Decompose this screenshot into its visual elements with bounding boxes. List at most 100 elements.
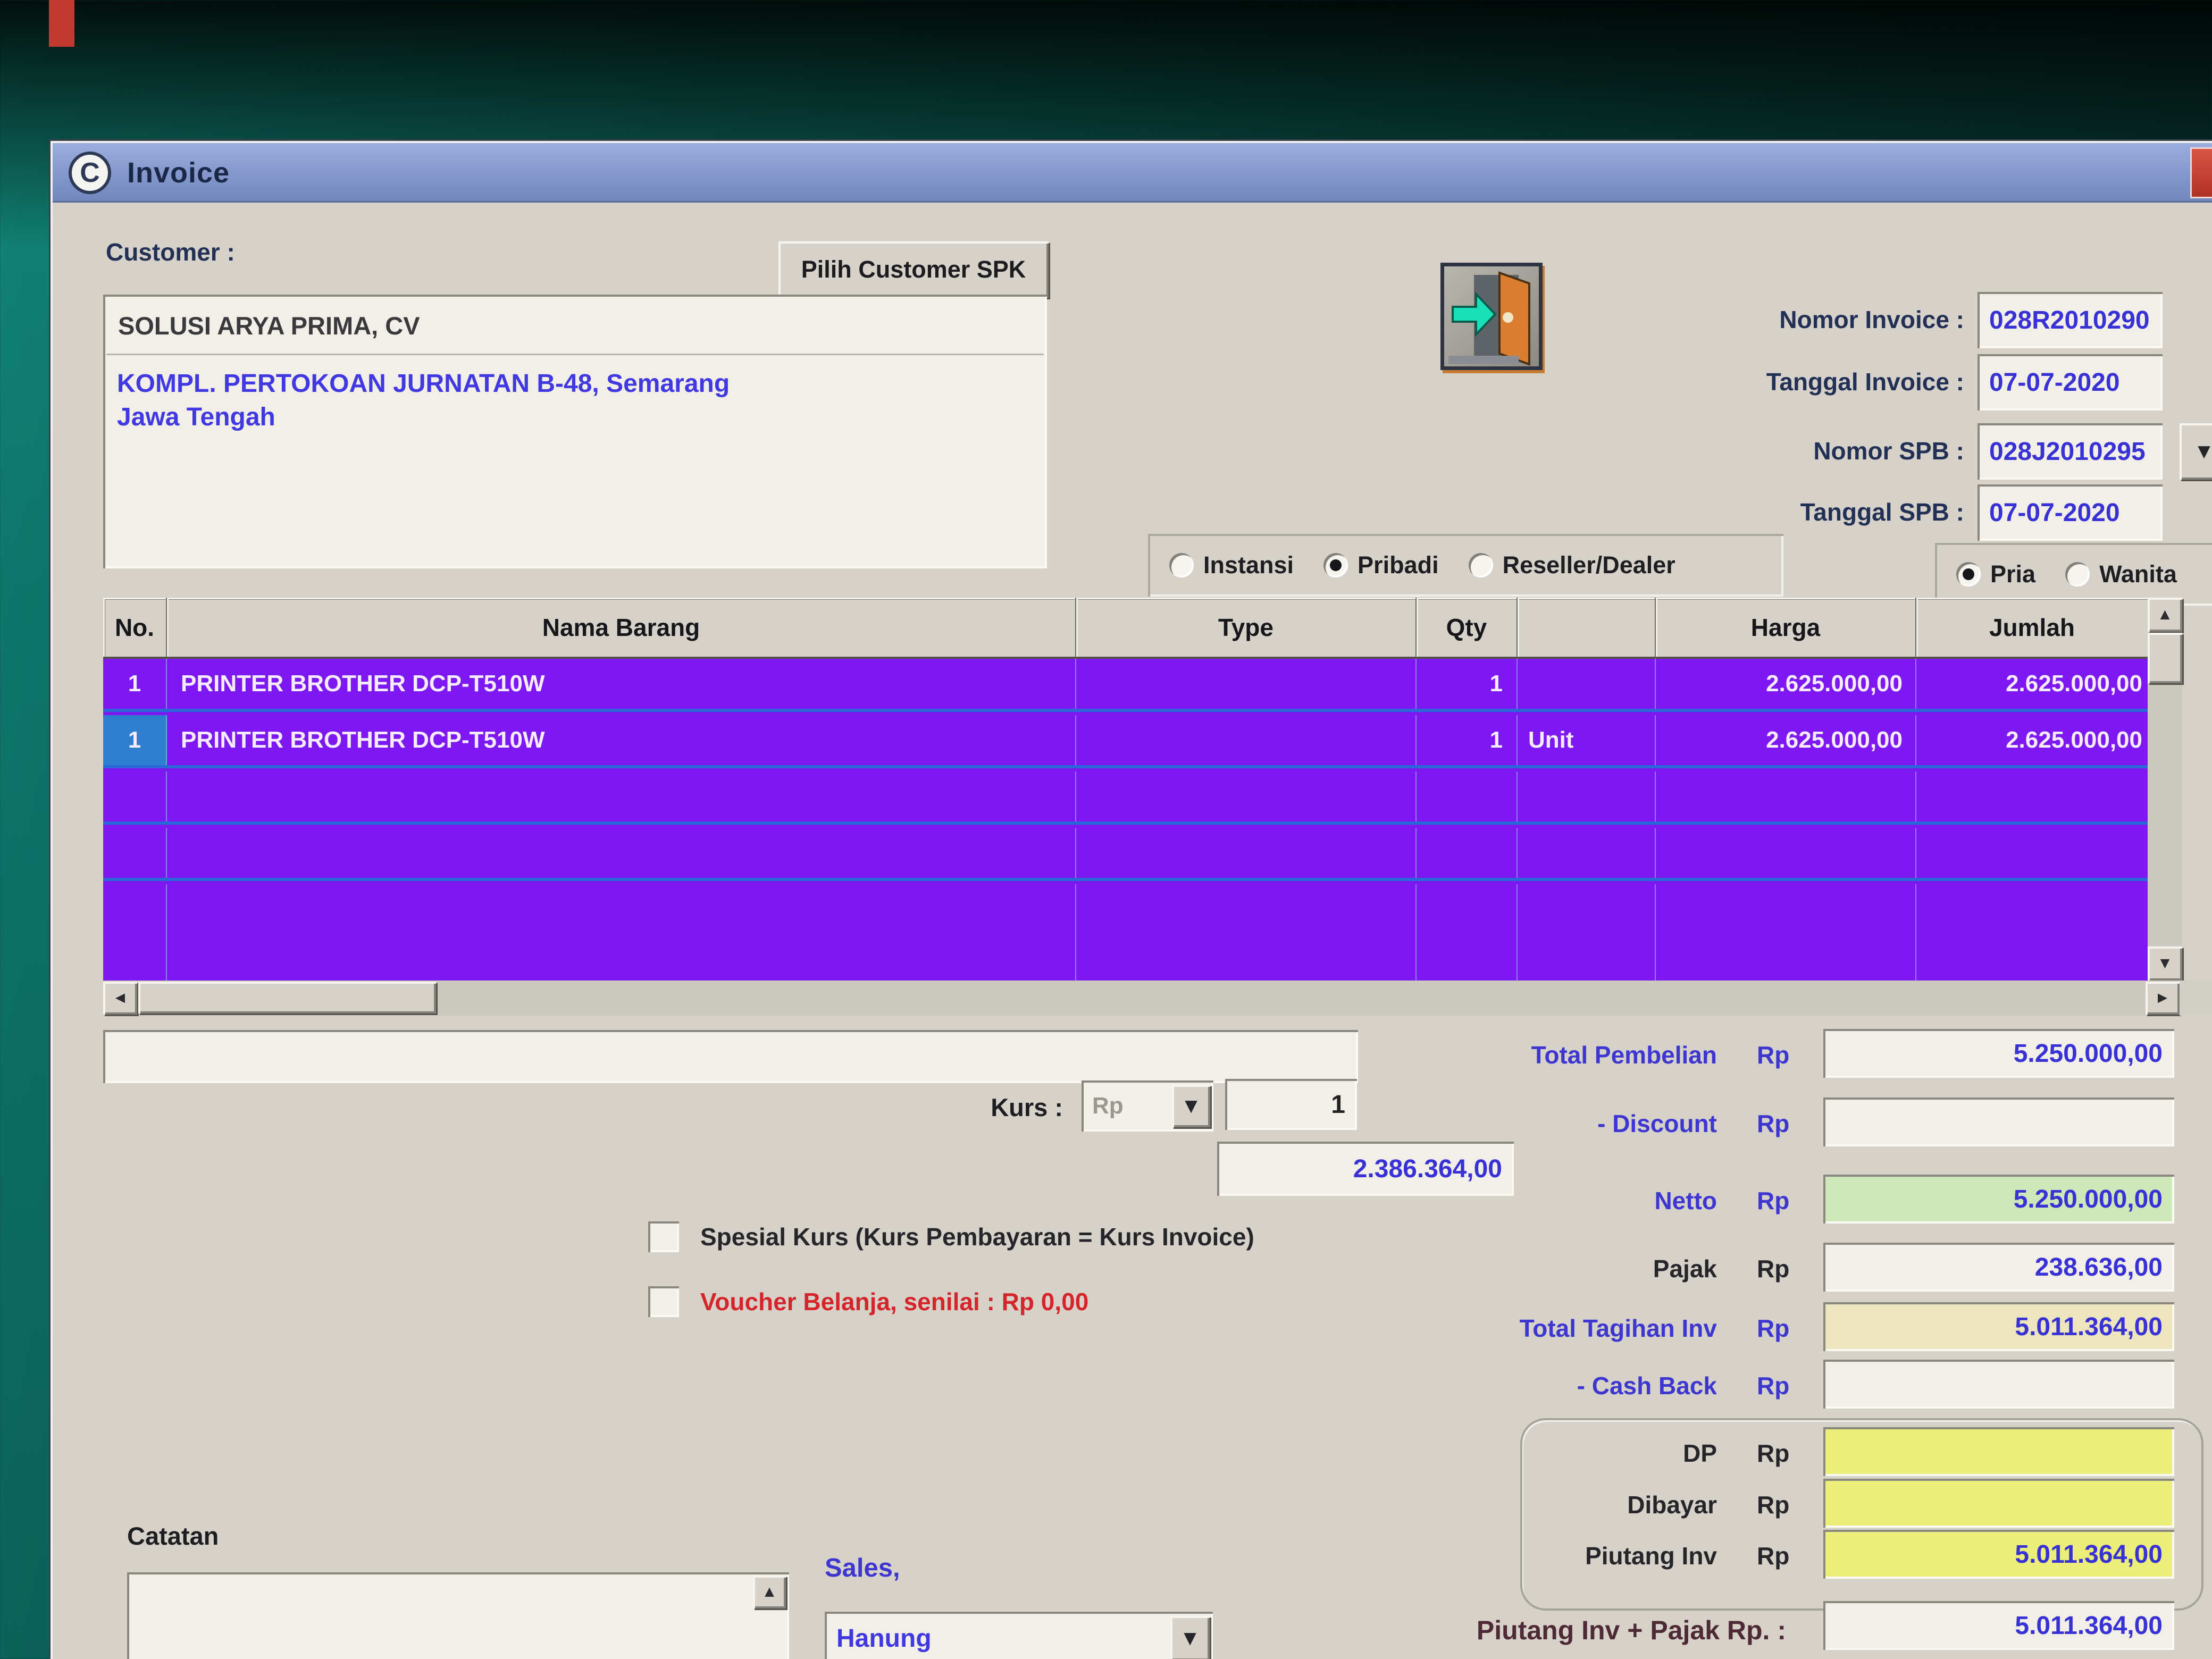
info-strip-field[interactable] (103, 1030, 1358, 1083)
voucher-label: Voucher Belanja, senilai : Rp 0,00 (700, 1287, 1088, 1316)
table-body: 1 PRINTER BROTHER DCP-T510W 1 2.625.000,… (103, 659, 2148, 981)
col-type: Type (1076, 598, 1417, 659)
radio-pribadi[interactable]: Pribadi (1323, 551, 1439, 579)
sales-dropdown[interactable]: Hanung ▼ (825, 1612, 1213, 1659)
titlebar[interactable]: C Invoice ✕ (53, 143, 2212, 203)
piutang-total-field[interactable]: 5.011.364,00 (1823, 1601, 2174, 1650)
invoice-window: C Invoice ✕ Customer : Pilih Customer SP… (51, 141, 2212, 1659)
kurs-label: Kurs : (925, 1093, 1063, 1122)
kurs-rate-field[interactable]: 1 (1225, 1079, 1357, 1130)
customer-label: Customer : (106, 238, 235, 266)
exit-button[interactable] (1440, 263, 1543, 370)
radio-icon (2065, 562, 2090, 586)
currency-label: Rp (1757, 1254, 1810, 1283)
nomor-invoice-field[interactable]: 028R2010290 (1978, 292, 2163, 348)
currency-label: Rp (1757, 1490, 1810, 1519)
sales-label: Sales, (825, 1553, 900, 1583)
nomor-spb-dropdown-button[interactable]: ▼ (2180, 423, 2212, 480)
table-row[interactable]: 1 PRINTER BROTHER DCP-T510W 1 2.625.000,… (103, 659, 2148, 712)
scroll-right-icon[interactable]: ► (2146, 982, 2180, 1015)
scrollbar-corner (2180, 981, 2212, 1016)
col-jumlah: Jumlah (1916, 598, 2148, 659)
pajak-label: Pajak (1398, 1254, 1717, 1283)
table-row-empty[interactable] (103, 884, 2148, 981)
desktop-artifact (49, 0, 74, 47)
discount-label: - Discount (1398, 1109, 1717, 1138)
vertical-scroll-thumb[interactable] (2148, 633, 2182, 683)
close-button[interactable]: ✕ (2190, 147, 2212, 198)
netto-label: Netto (1398, 1186, 1717, 1215)
horizontal-scroll-thumb[interactable] (138, 982, 436, 1013)
window-title: Invoice (127, 143, 230, 203)
currency-label: Rp (1757, 1371, 1810, 1400)
radio-icon (1469, 553, 1493, 577)
piutang-total-label: Piutang Inv + Pajak Rp. : (1345, 1615, 1786, 1646)
currency-label: Rp (1757, 1186, 1810, 1215)
scroll-down-icon[interactable]: ▼ (2148, 946, 2182, 981)
spesial-kurs-row: Spesial Kurs (Kurs Pembayaran = Kurs Inv… (648, 1221, 1254, 1252)
tanggal-invoice-label: Tanggal Invoice : (1592, 367, 1964, 396)
piutang-inv-field[interactable]: 5.011.364,00 (1823, 1530, 2174, 1579)
total-pembelian-label: Total Pembelian (1398, 1041, 1717, 1069)
table-header: No. Nama Barang Type Qty Harga Jumlah (103, 598, 2148, 659)
netto-field[interactable]: 5.250.000,00 (1823, 1175, 2174, 1224)
exit-door-icon (1444, 266, 1539, 366)
vertical-scrollbar[interactable]: ▲ ▼ (2148, 598, 2182, 981)
discount-field[interactable] (1823, 1097, 2174, 1146)
scroll-left-icon[interactable]: ◄ (103, 982, 137, 1015)
col-no: No. (103, 598, 167, 659)
piutang-inv-label: Piutang Inv (1398, 1541, 1717, 1570)
radio-pria[interactable]: Pria (1956, 560, 2035, 588)
col-qty: Qty (1417, 598, 1518, 659)
tanggal-spb-field[interactable]: 07-07-2020 (1978, 484, 2163, 541)
total-tagihan-field[interactable]: 5.011.364,00 (1823, 1302, 2174, 1351)
catatan-textarea[interactable]: ▲ (127, 1572, 789, 1659)
radio-selected-icon (1323, 553, 1348, 577)
customer-box: SOLUSI ARYA PRIMA, CV KOMPL. PERTOKOAN J… (103, 295, 1047, 568)
cash-back-label: - Cash Back (1398, 1371, 1717, 1400)
radio-selected-icon (1956, 562, 1981, 586)
items-table: No. Nama Barang Type Qty Harga Jumlah 1 … (103, 598, 2182, 981)
horizontal-scrollbar[interactable]: ◄ ► (103, 981, 2180, 1016)
table-row-empty[interactable] (103, 772, 2148, 825)
col-harga: Harga (1656, 598, 1916, 659)
pilih-customer-spk-button[interactable]: Pilih Customer SPK (778, 241, 1049, 298)
radio-instansi[interactable]: Instansi (1169, 551, 1294, 579)
voucher-row: Voucher Belanja, senilai : Rp 0,00 (648, 1286, 1088, 1317)
nomor-spb-label: Nomor SPB : (1592, 437, 1964, 465)
spesial-kurs-checkbox[interactable] (648, 1221, 679, 1252)
nomor-invoice-label: Nomor Invoice : (1592, 305, 1964, 334)
dibayar-label: Dibayar (1398, 1490, 1717, 1519)
cash-back-field[interactable] (1823, 1360, 2174, 1409)
notes-scroll-up-icon[interactable]: ▲ (753, 1576, 786, 1608)
voucher-checkbox[interactable] (648, 1286, 679, 1317)
customer-type-group: Instansi Pribadi Reseller/Dealer (1148, 534, 1783, 597)
kurs-dropdown-icon[interactable]: ▼ (1172, 1085, 1210, 1127)
customer-address-field[interactable]: KOMPL. PERTOKOAN JURNATAN B-48, Semarang… (106, 359, 1044, 565)
pajak-field[interactable]: 238.636,00 (1823, 1243, 2174, 1292)
tanggal-invoice-field[interactable]: 07-07-2020 (1978, 354, 2163, 410)
tanggal-spb-label: Tanggal SPB : (1592, 498, 1964, 526)
radio-icon (1169, 553, 1194, 577)
total-pembelian-field[interactable]: 5.250.000,00 (1823, 1029, 2174, 1078)
currency-label: Rp (1757, 1314, 1810, 1343)
nomor-spb-field[interactable]: 028J2010295 (1978, 423, 2163, 480)
radio-reseller-dealer[interactable]: Reseller/Dealer (1469, 551, 1675, 579)
radio-wanita[interactable]: Wanita (2065, 560, 2177, 588)
dp-field[interactable] (1823, 1427, 2174, 1476)
dibayar-field[interactable] (1823, 1479, 2174, 1528)
col-nama: Nama Barang (167, 598, 1076, 659)
col-unit (1518, 598, 1656, 659)
scroll-up-icon[interactable]: ▲ (2148, 598, 2182, 632)
address-line-1: KOMPL. PERTOKOAN JURNATAN B-48, Semarang (117, 367, 1033, 400)
sales-dropdown-icon[interactable]: ▼ (1170, 1616, 1210, 1659)
table-row[interactable]: 1 PRINTER BROTHER DCP-T510W 1 Unit 2.625… (103, 715, 2148, 768)
dp-label: DP (1398, 1439, 1717, 1468)
currency-label: Rp (1757, 1041, 1810, 1069)
gender-group: Pria Wanita (1935, 543, 2212, 606)
table-row-empty[interactable] (103, 828, 2148, 881)
customer-name-field[interactable]: SOLUSI ARYA PRIMA, CV (106, 298, 1044, 355)
kurs-currency-dropdown[interactable]: Rp ▼ (1082, 1080, 1213, 1132)
total-tagihan-label: Total Tagihan Inv (1398, 1314, 1717, 1343)
currency-label: Rp (1757, 1439, 1810, 1468)
